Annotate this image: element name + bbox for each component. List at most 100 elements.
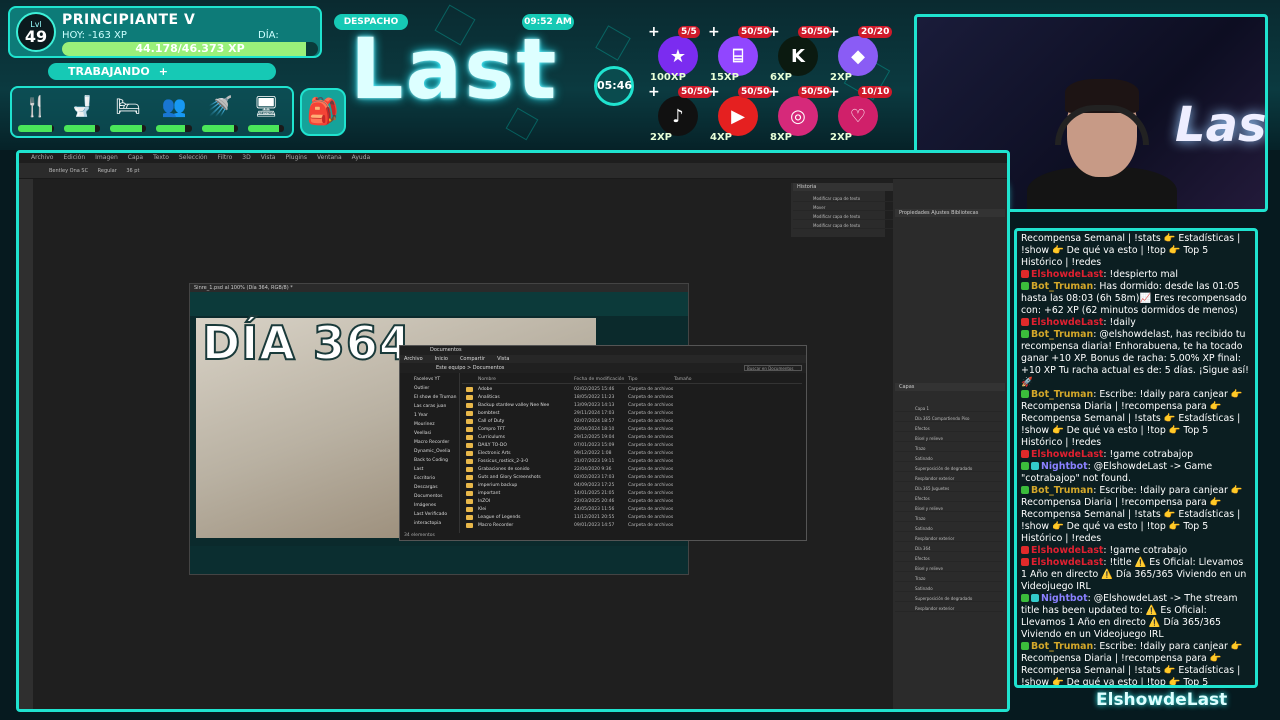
layer-item[interactable]: Trazo	[895, 575, 1003, 582]
layer-item[interactable]: Superposición de degradado	[895, 595, 1003, 602]
file-row[interactable]: bombtest 29/11/2024 17:03 Carpeta de archi…	[462, 410, 762, 418]
layers-title[interactable]: Capas	[895, 383, 1005, 391]
nav-item[interactable]: Last Verificado	[414, 510, 447, 519]
layer-item[interactable]: Resplandor exterior	[895, 605, 1003, 612]
nav-item[interactable]: Mourinez	[414, 420, 435, 429]
history-panel[interactable]: Historia Modificar capa de texto Mover Modi…	[791, 183, 903, 237]
ps-menu-item[interactable]: Ayuda	[352, 154, 371, 161]
file-row[interactable]: Grabaciones de sonido 22/04/2020 9:36 Carp…	[462, 466, 762, 474]
ps-menu-item[interactable]: 3D	[242, 154, 250, 161]
file-row[interactable]: Analiticas 18/05/2022 11:23 Carpeta de arc…	[462, 394, 762, 402]
nav-item[interactable]: El show de Truman	[414, 393, 456, 402]
layer-item[interactable]: Superposición de degradado	[895, 465, 1003, 472]
layer-item[interactable]: Capa 1	[895, 405, 1003, 412]
layer-item[interactable]: Satinado	[895, 455, 1003, 462]
layer-item[interactable]: Efectos	[895, 425, 1003, 432]
nav-item[interactable]: interactopia	[414, 519, 441, 528]
ps-menu-item[interactable]: Vista	[261, 154, 276, 161]
file-row[interactable]: Call of Duty 02/07/2024 18:57 Carpeta de a…	[462, 418, 762, 426]
explorer-tab[interactable]: Compartir	[460, 356, 485, 362]
nav-item[interactable]: Documentos	[414, 492, 442, 501]
file-row[interactable]: Klei 24/05/2023 11:56 Carpeta de archivos	[462, 506, 762, 514]
layer-item[interactable]: Bisel y relieve	[895, 435, 1003, 442]
column-header[interactable]: Tipo	[628, 376, 637, 384]
nav-item[interactable]: Last	[414, 465, 423, 474]
layer-item[interactable]: Resplandor exterior	[895, 535, 1003, 542]
file-row[interactable]: League of Legends 11/12/2021 20:55 Carpeta…	[462, 514, 762, 522]
nav-item[interactable]: Back to Coding	[414, 456, 448, 465]
nav-item[interactable]: Veellasi	[414, 429, 431, 438]
history-item[interactable]: Modificar capa de texto	[793, 222, 901, 229]
explorer-ribbon-tabs[interactable]: Archivo Inicio Compartir Vista	[400, 355, 806, 363]
file-explorer-window[interactable]: Documentos Archivo Inicio Compartir Vista E…	[399, 345, 807, 541]
layer-item[interactable]: Satinado	[895, 525, 1003, 532]
file-row[interactable]: InZOI 22/03/2025 20:46 Carpeta de archivos	[462, 498, 762, 506]
font-family-select[interactable]: Bentley Ona SC	[49, 168, 88, 174]
layer-item[interactable]: Día 364	[895, 545, 1003, 552]
layer-item[interactable]: Bisel y relieve	[895, 505, 1003, 512]
ps-menu-item[interactable]: Imagen	[95, 154, 118, 161]
ps-right-panels[interactable]: Propiedades Ajustes Bibliotecas Capas Capa…	[893, 179, 1007, 709]
file-row[interactable]: Compro TFT 20/04/2024 18:10 Carpeta de arc…	[462, 426, 762, 434]
file-row[interactable]: Backup stardew valley Nee Nee 13/09/2023 …	[462, 402, 762, 410]
layer-item[interactable]: Efectos	[895, 495, 1003, 502]
file-name: Grabaciones de sonido	[478, 467, 530, 472]
file-row[interactable]: Adobe 02/02/2025 15:46 Carpeta de archivos	[462, 386, 762, 394]
nav-item[interactable]: Macro Recorder	[414, 438, 449, 447]
nav-item[interactable]: Las caras juan	[414, 402, 446, 411]
layer-item[interactable]: Efectos	[895, 555, 1003, 562]
nav-item[interactable]: Descargas	[414, 483, 438, 492]
explorer-tab[interactable]: Archivo	[404, 356, 423, 362]
history-item[interactable]: Modificar capa de texto	[793, 213, 901, 220]
file-row[interactable]: DAILY TO-DO 07/01/2023 15:09 Carpeta de ar…	[462, 442, 762, 450]
ps-menu-item[interactable]: Capa	[128, 154, 143, 161]
ps-menu-item[interactable]: Plugins	[285, 154, 307, 161]
layer-item[interactable]: Satinado	[895, 585, 1003, 592]
column-header[interactable]: Nombre	[478, 376, 496, 384]
explorer-search-input[interactable]: Buscar en Documentos	[744, 365, 802, 371]
chat-text: Recompensa Semanal | !stats 👉 Estadístic…	[1021, 233, 1241, 268]
file-type: Carpeta de archivos	[628, 427, 674, 432]
column-header[interactable]: Fecha de modificación	[574, 376, 624, 384]
ps-canvas-area[interactable]: Sinre_1.psd al 100% (Día 364, RGB/8) * D…	[33, 179, 893, 709]
chat-username: Bot_Truman	[1031, 389, 1094, 400]
ps-toolbar[interactable]	[19, 179, 33, 709]
file-row[interactable]: Macro Recorder 09/01/2023 14:57 Carpeta de…	[462, 522, 762, 530]
nav-item[interactable]: 1 Year	[414, 411, 428, 420]
nav-item[interactable]: Dynamic_Ovelia	[414, 447, 450, 456]
ps-menu-item[interactable]: Texto	[153, 154, 169, 161]
layer-item[interactable]: Día 365 Juguetes	[895, 485, 1003, 492]
ps-menu-item[interactable]: Ventana	[317, 154, 342, 161]
chat-message: ElshowdeLast: !title ⚠️ Es Oficial: Llev…	[1021, 557, 1251, 593]
layer-item[interactable]: Resplandor exterior	[895, 475, 1003, 482]
ps-menu-item[interactable]: Archivo	[31, 154, 53, 161]
nav-item[interactable]: Imágenes	[414, 501, 436, 510]
file-row[interactable]: imperium backup 04/09/2023 17:25 Carpeta d…	[462, 482, 762, 490]
layer-item[interactable]: Día 365 Compartiendo Piso	[895, 415, 1003, 422]
history-item[interactable]: Mover	[793, 204, 901, 211]
explorer-column-headers[interactable]: Nombre Fecha de modificación Tipo Tamaño	[462, 376, 802, 384]
layer-item[interactable]: Trazo	[895, 445, 1003, 452]
file-row[interactable]: Guts and Glory Screenshots 02/02/2023 17:…	[462, 474, 762, 482]
font-size-select[interactable]: 36 pt	[126, 168, 139, 174]
file-row[interactable]: Curriculums 29/12/2025 19:04 Carpeta de ar…	[462, 434, 762, 442]
explorer-tab[interactable]: Vista	[497, 356, 509, 362]
history-item[interactable]: Modificar capa de texto	[793, 195, 901, 202]
properties-tabs[interactable]: Propiedades Ajustes Bibliotecas	[895, 209, 1005, 217]
font-style-select[interactable]: Regular	[98, 168, 117, 174]
file-row[interactable]: Fossicus_rostick_2-3-0 31/07/2023 19:11 Ca…	[462, 458, 762, 466]
layer-item[interactable]: Bisel y relieve	[895, 565, 1003, 572]
ps-menu-item[interactable]: Filtro	[218, 154, 233, 161]
nav-item[interactable]: Escritorio	[414, 474, 435, 483]
layer-item[interactable]: Trazo	[895, 515, 1003, 522]
ps-menu-item[interactable]: Edición	[63, 154, 85, 161]
ps-menu-item[interactable]: Selección	[179, 154, 208, 161]
column-header[interactable]: Tamaño	[674, 376, 692, 384]
file-row[interactable]: Electronic Arts 09/12/2022 1:08 Carpeta de…	[462, 450, 762, 458]
nav-item[interactable]: Facelevs YT	[414, 375, 440, 384]
file-row[interactable]: important 14/01/2025 21:05 Carpeta de arch…	[462, 490, 762, 498]
explorer-nav-pane[interactable]: Facelevs YT Outlier El show de Truman Las c…	[400, 373, 460, 533]
nav-item[interactable]: Outlier	[414, 384, 429, 393]
file-date: 02/07/2024 18:57	[574, 419, 615, 424]
explorer-tab[interactable]: Inicio	[435, 356, 448, 362]
